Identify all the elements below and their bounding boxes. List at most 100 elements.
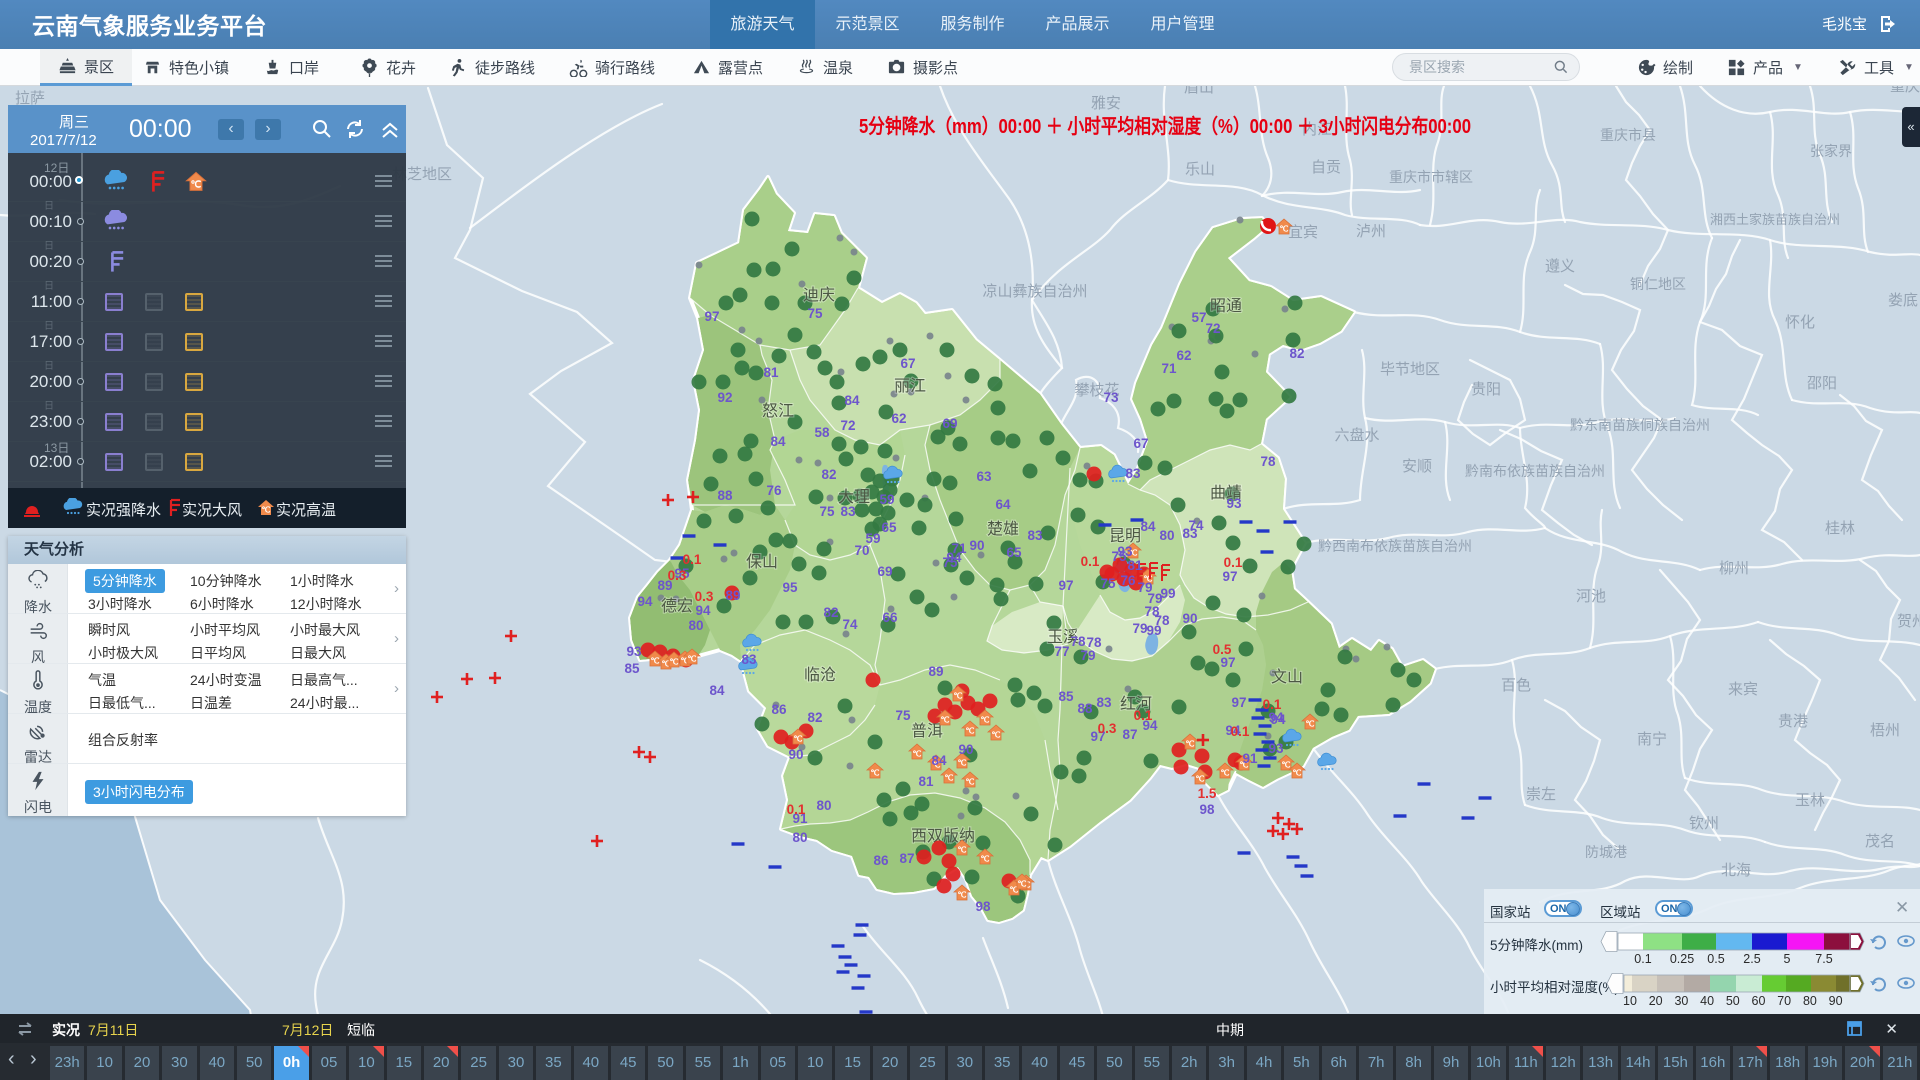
svg-text:67: 67 xyxy=(900,356,915,371)
svg-text:桂林: 桂林 xyxy=(1825,520,1855,537)
svg-text:81: 81 xyxy=(1127,558,1143,573)
svg-text:80: 80 xyxy=(1803,994,1817,1008)
svg-text:60: 60 xyxy=(1752,994,1766,1008)
svg-text:78: 78 xyxy=(1070,634,1086,649)
svg-text:邵阳: 邵阳 xyxy=(1807,375,1837,392)
svg-text:30: 30 xyxy=(1674,994,1688,1008)
svg-text:梧州: 梧州 xyxy=(1870,722,1900,739)
svg-text:0.1: 0.1 xyxy=(1224,555,1243,570)
svg-text:94: 94 xyxy=(637,594,653,609)
svg-text:82: 82 xyxy=(823,605,838,620)
svg-text:75: 75 xyxy=(819,504,835,519)
svg-text:昭通: 昭通 xyxy=(1210,297,1242,315)
svg-text:62: 62 xyxy=(1176,348,1191,363)
svg-text:89: 89 xyxy=(928,664,943,679)
svg-text:75: 75 xyxy=(807,306,823,321)
svg-text:66: 66 xyxy=(882,610,898,625)
svg-text:5分钟降水（mm）00:00 ＋ 小时平均相对湿度（%）00: 5分钟降水（mm）00:00 ＋ 小时平均相对湿度（%）00:00 ＋ 3小时闪… xyxy=(859,114,1471,138)
svg-text:97: 97 xyxy=(1222,569,1237,584)
svg-text:楚雄: 楚雄 xyxy=(987,520,1019,538)
svg-text:贵阳: 贵阳 xyxy=(1471,381,1501,398)
svg-text:90: 90 xyxy=(958,742,973,757)
svg-text:86: 86 xyxy=(771,702,787,717)
svg-text:玉林: 玉林 xyxy=(1795,792,1825,809)
svg-text:64: 64 xyxy=(995,497,1011,512)
svg-text:73: 73 xyxy=(1103,390,1119,405)
svg-text:82: 82 xyxy=(1289,346,1304,361)
svg-text:58: 58 xyxy=(814,425,830,440)
svg-text:75: 75 xyxy=(1100,576,1116,591)
svg-text:93: 93 xyxy=(1268,741,1284,756)
svg-text:97: 97 xyxy=(1231,695,1246,710)
svg-text:93: 93 xyxy=(1226,496,1242,511)
svg-text:80: 80 xyxy=(688,618,703,633)
svg-text:62: 62 xyxy=(891,411,906,426)
svg-text:90: 90 xyxy=(788,747,803,762)
svg-text:83: 83 xyxy=(840,504,856,519)
svg-text:乐山: 乐山 xyxy=(1185,161,1215,178)
svg-text:87: 87 xyxy=(1122,727,1137,742)
svg-text:0.3: 0.3 xyxy=(1098,721,1117,736)
svg-text:90: 90 xyxy=(1182,611,1197,626)
svg-text:贵港: 贵港 xyxy=(1778,713,1808,730)
svg-text:黔东南苗族侗族自治州: 黔东南苗族侗族自治州 xyxy=(1570,417,1710,433)
svg-text:91: 91 xyxy=(1242,751,1258,766)
svg-text:83: 83 xyxy=(1027,528,1043,543)
svg-text:98: 98 xyxy=(975,899,991,914)
svg-text:0.3: 0.3 xyxy=(668,568,687,583)
svg-text:普洱: 普洱 xyxy=(911,722,943,740)
svg-text:86: 86 xyxy=(873,853,889,868)
svg-text:65: 65 xyxy=(1006,545,1022,560)
svg-text:0.1: 0.1 xyxy=(683,552,702,567)
svg-text:72: 72 xyxy=(840,418,855,433)
svg-text:80: 80 xyxy=(816,798,831,813)
svg-text:57: 57 xyxy=(1191,310,1206,325)
svg-text:80: 80 xyxy=(792,830,807,845)
svg-text:重庆市县: 重庆市县 xyxy=(1600,127,1656,143)
svg-text:76: 76 xyxy=(766,483,782,498)
svg-text:黔西南布依族苗族自治州: 黔西南布依族苗族自治州 xyxy=(1318,538,1472,554)
svg-text:94: 94 xyxy=(1270,712,1286,727)
svg-text:98: 98 xyxy=(1199,802,1215,817)
svg-text:六盘水: 六盘水 xyxy=(1334,426,1379,444)
svg-text:83: 83 xyxy=(741,652,757,667)
svg-text:20: 20 xyxy=(1649,994,1663,1008)
svg-text:70: 70 xyxy=(854,543,869,558)
svg-text:℃: ℃ xyxy=(191,180,202,191)
svg-text:百色: 百色 xyxy=(1501,677,1531,694)
svg-text:79: 79 xyxy=(1132,621,1147,636)
svg-text:84: 84 xyxy=(770,434,786,449)
svg-text:69: 69 xyxy=(877,564,892,579)
svg-text:雅安: 雅安 xyxy=(1091,95,1121,112)
svg-text:74: 74 xyxy=(842,617,858,632)
svg-text:70: 70 xyxy=(1777,994,1791,1008)
svg-text:0.3: 0.3 xyxy=(695,589,714,604)
svg-text:0.1: 0.1 xyxy=(1263,697,1282,712)
svg-text:德宏: 德宏 xyxy=(661,597,693,615)
svg-text:90: 90 xyxy=(1829,994,1843,1008)
svg-text:79: 79 xyxy=(1080,648,1095,663)
svg-text:文山: 文山 xyxy=(1271,668,1303,686)
svg-text:82: 82 xyxy=(807,710,822,725)
svg-text:黔南布依族苗族自治州: 黔南布依族苗族自治州 xyxy=(1465,463,1605,479)
svg-text:88: 88 xyxy=(1077,701,1093,716)
svg-text:自贡: 自贡 xyxy=(1311,159,1341,176)
svg-text:0.1: 0.1 xyxy=(1134,708,1153,723)
svg-text:娄底: 娄底 xyxy=(1888,292,1918,309)
svg-text:97: 97 xyxy=(1220,655,1235,670)
svg-text:保山: 保山 xyxy=(746,553,778,571)
svg-text:65: 65 xyxy=(881,520,897,535)
svg-text:安顺: 安顺 xyxy=(1402,458,1432,475)
svg-text:63: 63 xyxy=(976,469,992,484)
svg-text:怀化: 怀化 xyxy=(1785,314,1815,331)
svg-text:崇左: 崇左 xyxy=(1526,786,1556,803)
svg-text:84: 84 xyxy=(931,753,947,768)
svg-text:95: 95 xyxy=(782,580,798,595)
svg-text:69: 69 xyxy=(942,416,957,431)
svg-text:凉山彝族自治州: 凉山彝族自治州 xyxy=(982,283,1087,300)
svg-text:钦州: 钦州 xyxy=(1689,815,1719,832)
svg-text:80: 80 xyxy=(1159,528,1174,543)
svg-text:75: 75 xyxy=(895,708,911,723)
svg-text:97: 97 xyxy=(1058,578,1073,593)
svg-text:铜仁地区: 铜仁地区 xyxy=(1630,276,1686,292)
